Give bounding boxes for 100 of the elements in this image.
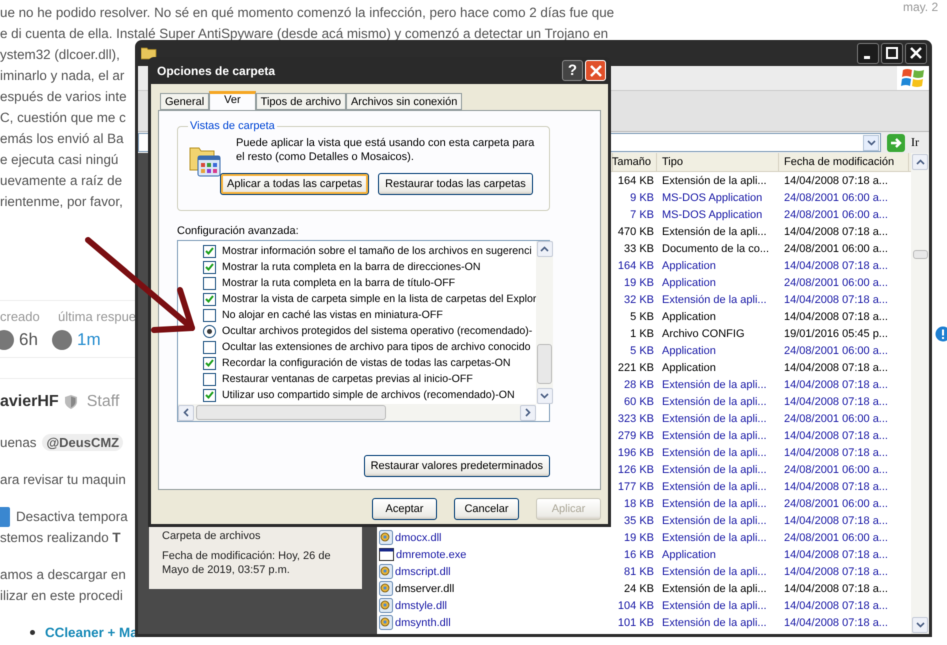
file-size: 126 KB: [616, 464, 655, 476]
file-date: 14/04/2008 07:18 a...: [783, 514, 889, 526]
post-text-line: ystem32 (dlcoer.dll),: [0, 46, 120, 64]
post-text-line: ue no he podido resolver. No sé en qué momento comenzó la infección, pero hace como 2 días fue que: [0, 4, 614, 22]
file-size: 9 KB: [629, 192, 655, 204]
file-name[interactable]: dmscript.dll: [395, 566, 451, 578]
file-date: 14/04/2008 07:18 a...: [783, 260, 889, 272]
setting-label: Mostrar información sobre el tamaño de los archivos en sugerenci: [222, 245, 532, 257]
setting-label: Ocultar las extensiones de archivo para tipos de archivo conocido: [222, 341, 531, 353]
help-button[interactable]: ?: [562, 60, 583, 81]
file-size: 28 KB: [623, 378, 655, 390]
restore-defaults-button[interactable]: Restaurar valores predeterminados: [364, 455, 550, 477]
post-text-line: espués de varios inte: [0, 88, 127, 106]
file-date: 24/08/2001 06:00 a...: [783, 208, 889, 220]
dialog-title: Opciones de carpeta: [157, 64, 276, 78]
column-header[interactable]: Tamaño: [613, 153, 657, 171]
file-name[interactable]: dmserver.dll: [395, 582, 454, 594]
file-date: 14/04/2008 07:18 a...: [783, 480, 889, 492]
file-date: 19/01/2016 05:45 p...: [783, 328, 889, 340]
dialog-button[interactable]: Aceptar: [372, 498, 437, 520]
user-mention[interactable]: @DeusCMZ: [42, 434, 124, 451]
file-date: 24/08/2001 06:00 a...: [783, 412, 889, 424]
tab[interactable]: General: [160, 93, 210, 110]
setting-label: Recordar la configuración de vistas de todas las carpetas-ON: [222, 357, 511, 369]
reply-text-line: ara revisar tu maquin: [0, 471, 126, 489]
go-button[interactable]: Ir: [885, 134, 919, 152]
setting-label: Ocultar archivos protegidos del sistema operativo (recomendado)-: [222, 325, 532, 337]
reply-text-line: Desactiva tempora: [16, 508, 128, 526]
file-type: Application: [661, 310, 717, 322]
file-size: 5 KB: [629, 344, 655, 356]
file-size: 16 KB: [623, 548, 655, 560]
setting-label: Restaurar ventanas de carpetas previas al inicio-OFF: [222, 373, 473, 385]
file-size: 221 KB: [616, 362, 655, 374]
file-type: Extensión de la apli...: [661, 446, 768, 458]
file-date: 14/04/2008 07:18 a...: [783, 396, 889, 408]
file-type: Extensión de la apli...: [661, 616, 768, 628]
file-size: 104 KB: [616, 600, 655, 612]
file-size: 196 KB: [616, 446, 655, 458]
apply-views-button[interactable]: Aplicar a todas las carpetas: [220, 173, 370, 195]
file-name[interactable]: dmremote.exe: [396, 548, 466, 560]
file-type: Extensión de la apli...: [661, 600, 768, 612]
file-date: 14/04/2008 07:18 a...: [783, 294, 889, 306]
file-date: 24/08/2001 06:00 a...: [783, 276, 889, 288]
file-size: 18 KB: [623, 498, 655, 510]
group-description: Puede aplicar la vista que está usando con esta carpeta para el resto (como Detalles o Mosaicos).: [236, 136, 536, 164]
file-type: Application: [661, 260, 717, 272]
file-size: 177 KB: [616, 480, 655, 492]
file-type: MS-DOS Application: [661, 208, 764, 220]
file-type: Documento de la co...: [661, 242, 770, 254]
column-header[interactable]: Fecha de modificación: [779, 153, 909, 171]
post-date: may. 2: [903, 0, 938, 14]
file-type: Extensión de la apli...: [661, 498, 768, 510]
file-date: 24/08/2001 06:00 a...: [783, 532, 889, 544]
file-size: 323 KB: [616, 412, 655, 424]
created-label: creado: [0, 309, 41, 325]
file-size: 19 KB: [623, 276, 655, 288]
file-size: 19 KB: [623, 532, 655, 544]
created-time: 6h: [19, 330, 38, 350]
tab[interactable]: Archivos sin conexión: [346, 93, 462, 110]
apply-views-button[interactable]: Restaurar todas las carpetas: [378, 173, 533, 195]
file-type: Application: [661, 276, 717, 288]
file-date: 24/08/2001 06:00 a...: [783, 498, 889, 510]
post-text-line: C, cuestión que me c: [0, 109, 126, 127]
file-date: 14/04/2008 07:18 a...: [783, 616, 889, 628]
file-type: Extensión de la apli...: [661, 226, 768, 238]
file-date: 24/08/2001 06:00 a...: [783, 344, 889, 356]
file-type: Extensión de la apli...: [661, 582, 768, 594]
file-size: 101 KB: [616, 616, 655, 628]
setting-label: Mostrar la vista de carpeta simple en la lista de carpetas del Explor: [222, 293, 536, 305]
file-size: 279 KB: [616, 430, 655, 442]
file-name[interactable]: dmstyle.dll: [395, 600, 447, 612]
greeting-text: uenas: [0, 435, 36, 450]
last-reply-time[interactable]: 1m: [77, 330, 101, 350]
file-name[interactable]: dmsynth.dll: [395, 616, 451, 628]
file-date: 14/04/2008 07:18 a...: [783, 362, 889, 374]
setting-label: Mostrar la ruta completa en la barra de direcciones-ON: [222, 261, 480, 273]
file-date: 14/04/2008 07:18 a...: [783, 226, 889, 238]
file-name[interactable]: dmocx.dll: [395, 532, 442, 544]
file-type: Extensión de la apli...: [661, 412, 768, 424]
reply-text-line: ilizar en este procedi: [0, 587, 124, 605]
file-type: Extensión de la apli...: [661, 464, 768, 476]
file-type: Extensión de la apli...: [661, 514, 768, 526]
file-size: 60 KB: [623, 396, 655, 408]
tab[interactable]: Ver: [209, 91, 256, 111]
post-text-line: uevamente a raíz de: [0, 172, 122, 190]
advanced-settings-label: Configuración avanzada:: [177, 225, 300, 237]
role-label: Staff: [86, 393, 120, 411]
author-name[interactable]: avierHF: [0, 393, 59, 411]
column-header[interactable]: Tipo: [657, 153, 779, 171]
dialog-button[interactable]: Cancelar: [454, 498, 519, 520]
file-size: 164 KB: [616, 260, 655, 272]
file-type: Application: [661, 344, 717, 356]
file-size: 7 KB: [629, 208, 655, 220]
post-text-line: emás los envió al Ba: [0, 130, 124, 148]
file-type: Archivo CONFIG: [661, 328, 746, 340]
post-text-line: e ejecuta casi ningú: [0, 151, 118, 169]
file-size: 164 KB: [616, 174, 655, 186]
tab[interactable]: Tipos de archivo: [256, 93, 346, 110]
file-size: 5 KB: [629, 310, 655, 322]
group-title: Vistas de carpeta: [189, 120, 276, 132]
